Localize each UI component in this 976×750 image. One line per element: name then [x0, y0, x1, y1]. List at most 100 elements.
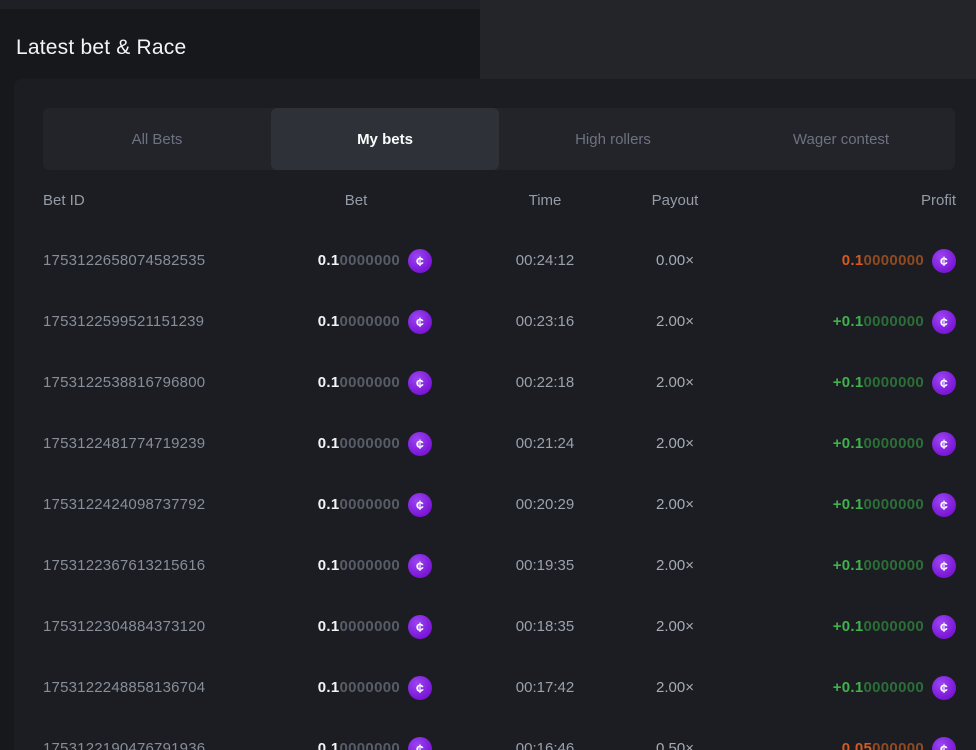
- column-header-time: Time: [480, 192, 610, 209]
- bet-amount-text: 0.10000000: [318, 740, 400, 750]
- bet-time: 00:16:46: [480, 740, 610, 750]
- bet-amount: 0.10000000 ¢: [280, 737, 432, 750]
- bet-amount-significant: 0.1: [318, 618, 340, 635]
- profit-zeros: 0000000: [864, 313, 925, 330]
- bet-profit: +0.10000000 ¢: [740, 676, 956, 700]
- tab-my-bets[interactable]: My bets: [271, 108, 499, 170]
- bet-profit: +0.10000000 ¢: [740, 493, 956, 517]
- bet-amount-zeros: 0000000: [340, 679, 401, 696]
- bet-amount: 0.10000000¢: [280, 493, 432, 517]
- coin-icon: ¢: [932, 371, 956, 395]
- profit-amount-text: +0.10000000: [833, 435, 924, 452]
- profit-significant: +0.1: [833, 374, 864, 391]
- coin-icon: ¢: [408, 615, 432, 639]
- bet-id-value: 1753122658074582535: [43, 252, 280, 269]
- table-row[interactable]: 1753122248858136704 0.10000000 ¢ 00:17:422.…: [43, 657, 956, 718]
- bet-id-value: 1753122424098737792: [43, 496, 280, 513]
- bet-amount-zeros: 0000000: [340, 618, 401, 635]
- bet-profit: +0.10000000¢: [740, 554, 956, 578]
- bet-amount: 0.10000000¢: [280, 310, 432, 334]
- table-row[interactable]: 17531224240987377920.10000000¢00:20:292.…: [43, 474, 956, 535]
- coin-icon: ¢: [408, 432, 432, 456]
- table-row[interactable]: 17531223048843731200.10000000¢00:18:352.…: [43, 596, 956, 657]
- bet-amount-zeros: 0000000: [340, 435, 401, 452]
- bet-id-value: 1753122248858136704: [43, 679, 280, 696]
- table-row[interactable]: 17531225995211512390.10000000¢00:23:162.…: [43, 291, 956, 352]
- latest-bets-panel: All BetsMy betsHigh rollersWager contest…: [14, 79, 976, 750]
- bet-time: 00:18:35: [480, 618, 610, 635]
- coin-icon: ¢: [932, 615, 956, 639]
- profit-significant: +0.1: [833, 313, 864, 330]
- table-header-row: Bet ID Bet Time Payout Profit: [43, 170, 956, 230]
- profit-zeros: 0000000: [864, 496, 925, 513]
- coin-icon: ¢: [408, 249, 432, 273]
- bet-amount-zeros: 0000000: [340, 496, 401, 513]
- bet-amount-text: 0.10000000: [318, 679, 400, 696]
- coin-icon: ¢: [408, 737, 432, 750]
- bet-profit: +0.10000000 ¢: [740, 615, 956, 639]
- bet-profit: +0.10000000 ¢: [740, 371, 956, 395]
- coin-icon: ¢: [932, 493, 956, 517]
- bet-time: 00:17:42: [480, 679, 610, 696]
- profit-significant: +0.1: [833, 435, 864, 452]
- table-row[interactable]: 17531224817747192390.10000000¢00:21:242.…: [43, 413, 956, 474]
- bet-payout-multiplier: 0.00×: [610, 252, 740, 269]
- bet-payout-multiplier: 0.50×: [610, 740, 740, 750]
- bet-time: 00:23:16: [480, 313, 610, 330]
- upper-section-edge: [480, 0, 976, 79]
- bet-amount-zeros: 0000000: [340, 252, 401, 269]
- bet-payout-multiplier: 2.00×: [610, 557, 740, 574]
- bet-amount: 0.10000000¢: [280, 432, 432, 456]
- table-row[interactable]: 17531221904767919360.10000000¢00:16:460.…: [43, 718, 956, 750]
- bet-profit: +0.10000000¢: [740, 432, 956, 456]
- bet-time: 00:22:18: [480, 374, 610, 391]
- table-row[interactable]: 17531225388167968000.10000000¢00:22:182.…: [43, 352, 956, 413]
- bet-payout-multiplier: 2.00×: [610, 679, 740, 696]
- tab-high-rollers[interactable]: High rollers: [499, 108, 727, 170]
- bet-amount-text: 0.10000000: [318, 618, 400, 635]
- bet-payout-multiplier: 2.00×: [610, 374, 740, 391]
- profit-amount-text: +0.10000000: [833, 679, 924, 696]
- profit-amount-text: +0.10000000: [833, 496, 924, 513]
- profit-significant: 0.05: [842, 740, 872, 750]
- bet-amount-zeros: 0000000: [340, 740, 401, 750]
- bets-tab-bar: All BetsMy betsHigh rollersWager contest: [43, 108, 955, 170]
- profit-zeros: 0000000: [864, 374, 925, 391]
- table-row[interactable]: 17531226580745825350.10000000¢00:24:120.…: [43, 230, 956, 291]
- coin-icon: ¢: [408, 676, 432, 700]
- profit-significant: +0.1: [833, 557, 864, 574]
- table-row[interactable]: 17531223676132156160.10000000¢00:19:352.…: [43, 535, 956, 596]
- column-header-bet-id: Bet ID: [43, 192, 280, 209]
- column-header-bet: Bet: [280, 192, 432, 209]
- tab-all-bets[interactable]: All Bets: [43, 108, 271, 170]
- bet-time: 00:19:35: [480, 557, 610, 574]
- bet-payout-multiplier: 2.00×: [610, 496, 740, 513]
- profit-significant: +0.1: [833, 496, 864, 513]
- bet-time: 00:21:24: [480, 435, 610, 452]
- bet-amount-significant: 0.1: [318, 496, 340, 513]
- bet-amount-zeros: 0000000: [340, 557, 401, 574]
- bet-amount-significant: 0.1: [318, 313, 340, 330]
- bet-id-value: 1753122481774719239: [43, 435, 280, 452]
- profit-zeros: 0000000: [864, 557, 925, 574]
- profit-significant: +0.1: [833, 679, 864, 696]
- bet-amount-text: 0.10000000: [318, 557, 400, 574]
- bet-amount-text: 0.10000000: [318, 374, 400, 391]
- profit-zeros: 0000000: [864, 252, 925, 269]
- bet-amount-text: 0.10000000: [318, 252, 400, 269]
- profit-amount-text: 0.10000000: [842, 252, 924, 269]
- tab-wager-contest[interactable]: Wager contest: [727, 108, 955, 170]
- coin-icon: ¢: [932, 310, 956, 334]
- profit-zeros: 000000: [872, 740, 924, 750]
- bet-amount: 0.10000000 ¢: [280, 676, 432, 700]
- column-header-profit: Profit: [740, 192, 956, 209]
- bet-time: 00:24:12: [480, 252, 610, 269]
- profit-zeros: 0000000: [864, 435, 925, 452]
- profit-amount-text: +0.10000000: [833, 374, 924, 391]
- bet-amount: 0.10000000 ¢: [280, 615, 432, 639]
- profit-amount-text: +0.10000000: [833, 618, 924, 635]
- bet-amount-significant: 0.1: [318, 557, 340, 574]
- coin-icon: ¢: [932, 676, 956, 700]
- bet-time: 00:20:29: [480, 496, 610, 513]
- column-header-payout: Payout: [610, 192, 740, 209]
